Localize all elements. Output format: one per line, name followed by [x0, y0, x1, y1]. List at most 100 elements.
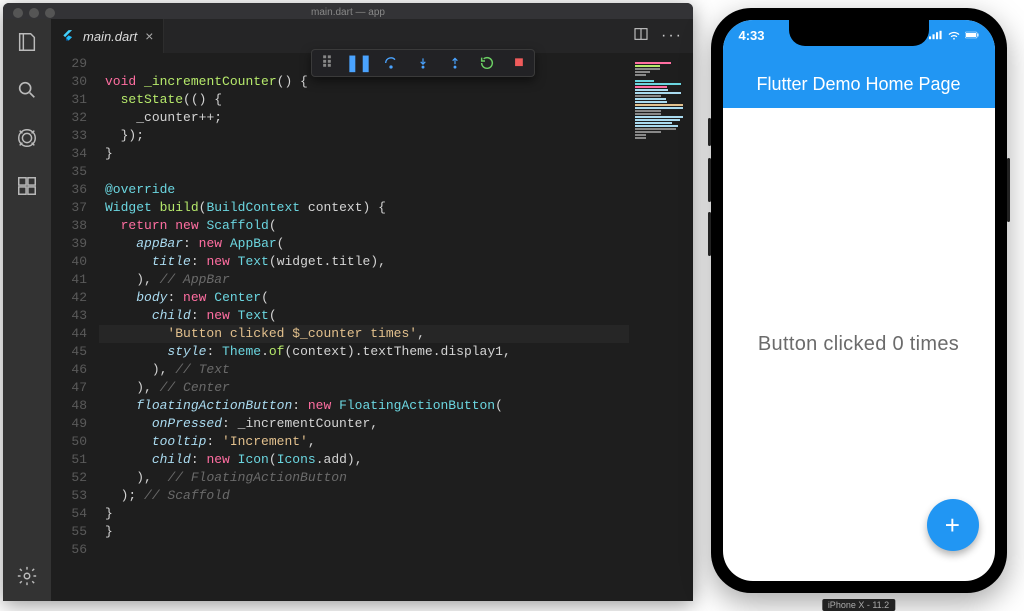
code-line[interactable]: floatingActionButton: new FloatingAction… [99, 397, 629, 415]
ide-window: main.dart — app [3, 3, 693, 601]
code-line[interactable]: return new Scaffold( [99, 217, 629, 235]
line-number: 54 [51, 505, 87, 523]
battery-icon [965, 28, 979, 45]
minimap[interactable] [629, 53, 693, 601]
code-line[interactable]: child: new Icon(Icons.add), [99, 451, 629, 469]
debug-restart-button[interactable] [478, 54, 496, 72]
code-line[interactable]: } [99, 523, 629, 541]
code-line[interactable]: appBar: new AppBar( [99, 235, 629, 253]
code-editor[interactable]: 2930313233343536373839404142434445464748… [51, 53, 693, 601]
line-number: 55 [51, 523, 87, 541]
mac-window-controls: main.dart — app [3, 3, 693, 19]
wifi-icon [947, 28, 961, 45]
code-line[interactable]: setState(() { [99, 91, 629, 109]
code-line[interactable]: onPressed: _incrementCounter, [99, 415, 629, 433]
split-editor-icon[interactable] [633, 26, 649, 47]
line-number: 29 [51, 55, 87, 73]
phone-side-button [708, 158, 711, 202]
iphone-frame: 4:33 Flutter Demo Home Page But [711, 8, 1007, 593]
phone-screen: 4:33 Flutter Demo Home Page But [723, 20, 995, 581]
line-number: 52 [51, 469, 87, 487]
line-number: 36 [51, 181, 87, 199]
debug-step-out-button[interactable] [446, 54, 464, 72]
debug-toolbar[interactable]: ⠿ ❚❚ ■ [311, 49, 535, 77]
line-number: 31 [51, 91, 87, 109]
editor-more-icon[interactable]: ··· [661, 27, 683, 45]
code-line[interactable] [99, 541, 629, 559]
code-line[interactable]: } [99, 505, 629, 523]
line-number: 40 [51, 253, 87, 271]
code-line[interactable]: _counter++; [99, 109, 629, 127]
line-number: 34 [51, 145, 87, 163]
add-icon: + [945, 510, 960, 541]
line-number: 49 [51, 415, 87, 433]
code-line[interactable]: body: new Center( [99, 289, 629, 307]
phone-side-button [1007, 158, 1010, 222]
code-content[interactable]: void _incrementCounter() { setState(() {… [99, 53, 629, 601]
code-line[interactable]: ); // Scaffold [99, 487, 629, 505]
app-bar-title: Flutter Demo Home Page [756, 74, 960, 95]
traffic-close-icon[interactable] [13, 8, 23, 18]
debug-stop-button[interactable]: ■ [510, 54, 528, 72]
editor-area: main.dart × ··· ⠿ ❚❚ [51, 19, 693, 601]
debug-step-into-button[interactable] [414, 54, 432, 72]
floating-action-button[interactable]: + [927, 499, 979, 551]
search-icon[interactable] [14, 77, 40, 103]
flutter-app-body: Button clicked 0 times + [723, 108, 995, 581]
tab-main-dart[interactable]: main.dart × [51, 19, 164, 53]
code-line[interactable]: ), // Text [99, 361, 629, 379]
extensions-icon[interactable] [14, 173, 40, 199]
tab-filename: main.dart [83, 29, 137, 44]
line-number: 35 [51, 163, 87, 181]
debug-step-over-button[interactable] [382, 54, 400, 72]
code-line[interactable]: }); [99, 127, 629, 145]
traffic-minimize-icon[interactable] [29, 8, 39, 18]
activity-bar [3, 19, 51, 601]
line-number: 44 [51, 325, 87, 343]
debug-pause-button[interactable]: ❚❚ [350, 54, 368, 72]
line-number: 39 [51, 235, 87, 253]
tab-close-icon[interactable]: × [145, 28, 153, 44]
simulator-device-label: iPhone X - 11.2 [822, 599, 895, 611]
line-number: 56 [51, 541, 87, 559]
code-line[interactable]: Widget build(BuildContext context) { [99, 199, 629, 217]
debug-icon[interactable] [14, 125, 40, 151]
code-line[interactable]: title: new Text(widget.title), [99, 253, 629, 271]
code-line[interactable]: ), // Center [99, 379, 629, 397]
phone-side-button [708, 212, 711, 256]
signal-icon [929, 28, 943, 45]
line-number: 46 [51, 361, 87, 379]
phone-side-button [708, 118, 711, 146]
line-number: 47 [51, 379, 87, 397]
line-number: 53 [51, 487, 87, 505]
line-number: 37 [51, 199, 87, 217]
window-title: main.dart — app [311, 7, 385, 18]
flutter-logo-icon [61, 29, 75, 43]
code-line[interactable]: } [99, 145, 629, 163]
counter-text: Button clicked 0 times [758, 333, 959, 356]
line-number: 32 [51, 109, 87, 127]
simulator-stage: 4:33 Flutter Demo Home Page But [693, 0, 1024, 609]
line-number: 51 [51, 451, 87, 469]
line-number: 41 [51, 271, 87, 289]
editor-tabs: main.dart × ··· [51, 19, 693, 53]
settings-icon[interactable] [14, 563, 40, 589]
code-line[interactable]: ), // AppBar [99, 271, 629, 289]
code-line[interactable]: style: Theme.of(context).textTheme.displ… [99, 343, 629, 361]
explorer-icon[interactable] [14, 29, 40, 55]
line-number: 33 [51, 127, 87, 145]
code-line[interactable]: child: new Text( [99, 307, 629, 325]
debug-drag-handle-icon[interactable]: ⠿ [318, 54, 336, 72]
line-number: 42 [51, 289, 87, 307]
status-time: 4:33 [739, 28, 765, 43]
line-number-gutter: 2930313233343536373839404142434445464748… [51, 53, 99, 601]
line-number: 45 [51, 343, 87, 361]
traffic-zoom-icon[interactable] [45, 8, 55, 18]
code-line[interactable]: @override [99, 181, 629, 199]
code-line[interactable] [99, 163, 629, 181]
code-line[interactable]: ), // FloatingActionButton [99, 469, 629, 487]
line-number: 48 [51, 397, 87, 415]
line-number: 30 [51, 73, 87, 91]
code-line[interactable]: 'Button clicked $_counter times', [99, 325, 629, 343]
code-line[interactable]: tooltip: 'Increment', [99, 433, 629, 451]
